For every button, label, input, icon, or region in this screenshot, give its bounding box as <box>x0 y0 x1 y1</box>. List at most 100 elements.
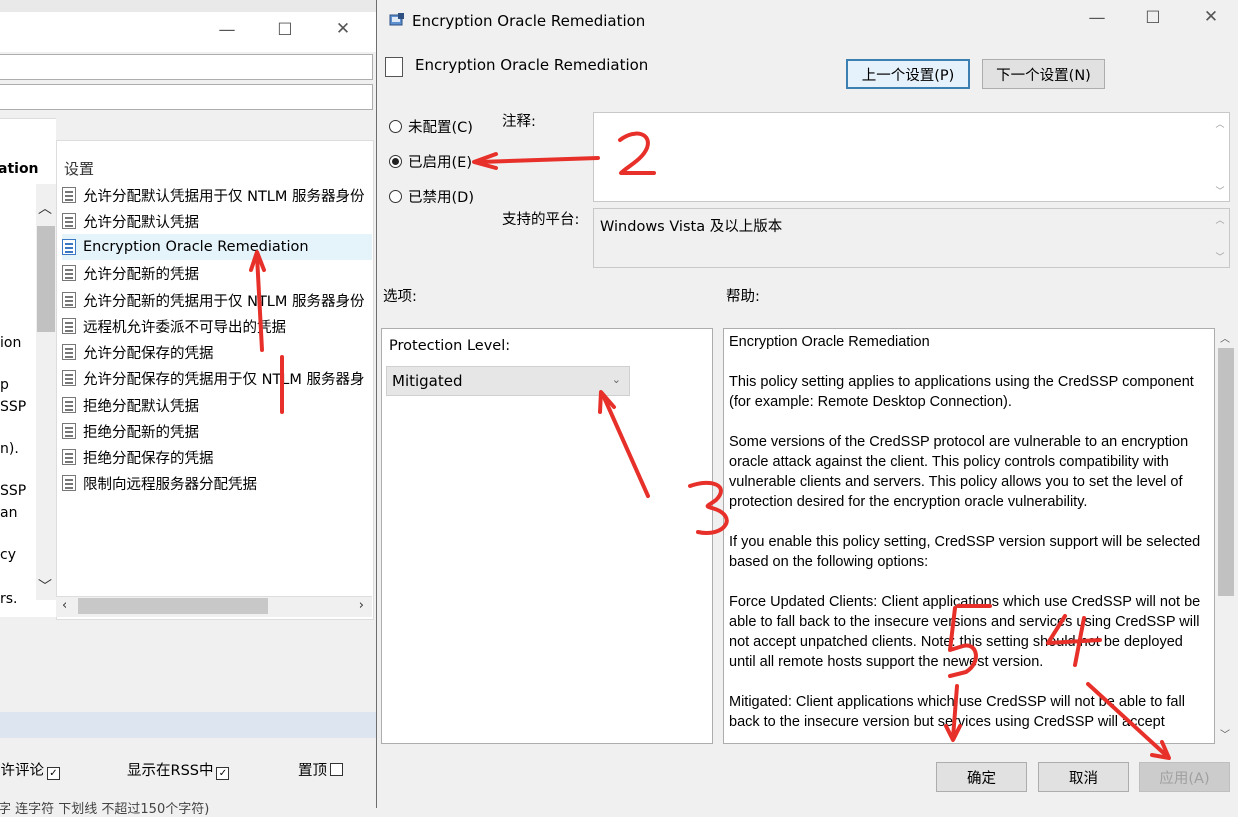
maximize-icon[interactable]: ☐ <box>270 20 300 40</box>
chevron-down-icon: ⌄ <box>611 373 621 386</box>
policy-editor-icon <box>389 13 404 26</box>
scroll-up-icon[interactable]: ︿ <box>38 198 52 218</box>
list-item[interactable]: 允许分配新的凭据 <box>62 260 372 286</box>
show-rss-label: 显示在RSS中 <box>127 763 214 779</box>
scroll-up-icon[interactable]: ︿ <box>1220 330 1230 345</box>
background-search-field[interactable] <box>0 84 373 110</box>
platform-scrollbar[interactable]: ︿ ﹀ <box>1211 209 1229 267</box>
list-item-label: 允许分配新的凭据 <box>83 266 199 283</box>
scroll-down-icon[interactable]: ﹀ <box>38 576 52 596</box>
policy-icon <box>62 423 76 439</box>
radio-enabled[interactable]: 已启用(E) <box>389 151 472 172</box>
policy-icon <box>62 239 76 255</box>
list-item-label: 限制向远程服务器分配凭据 <box>83 476 257 493</box>
list-item[interactable]: 允许分配新的凭据用于仅 NTLM 服务器身份 <box>62 287 372 313</box>
list-scroll-thumb[interactable] <box>78 598 268 614</box>
comment-text <box>594 113 1229 121</box>
supported-platform-label: 支持的平台: <box>502 212 580 228</box>
radio-disabled[interactable]: 已禁用(D) <box>389 186 474 207</box>
list-item[interactable]: 远程机允许委派不可导出的凭据 <box>62 313 372 339</box>
list-item-label: Encryption Oracle Remediation <box>83 239 309 255</box>
show-rss-checkbox[interactable]: ✓ <box>216 767 230 780</box>
help-paragraph: This policy setting applies to applicati… <box>729 374 1194 410</box>
policy-setting-icon <box>385 57 403 77</box>
close-icon[interactable]: ✕ <box>328 19 358 39</box>
comment-textbox[interactable]: ︿ ﹀ <box>593 112 1230 202</box>
policy-name: Encryption Oracle Remediation <box>415 56 649 74</box>
list-item-label: 拒绝分配默认凭据 <box>83 398 199 415</box>
help-text: Encryption Oracle Remediation This polic… <box>729 332 1211 743</box>
list-item-label: 远程机允许委派不可导出的凭据 <box>83 319 286 336</box>
options-label: 选项: <box>383 289 417 305</box>
scroll-right-icon[interactable]: › <box>359 598 364 613</box>
list-item[interactable]: 拒绝分配保存的凭据 <box>62 444 372 470</box>
help-label: 帮助: <box>726 289 760 305</box>
allow-comments-option[interactable]: 允许评论✓ <box>0 759 60 780</box>
scroll-down-icon[interactable]: ﹀ <box>1220 726 1230 741</box>
policy-icon <box>62 397 76 413</box>
list-item[interactable]: 允许分配保存的凭据用于仅 NTLM 服务器身 <box>62 365 372 391</box>
policy-icon <box>62 318 76 334</box>
cancel-button[interactable]: 取消 <box>1038 762 1129 792</box>
list-item-label: 允许分配默认凭据用于仅 NTLM 服务器身份 <box>83 188 365 205</box>
protection-level-dropdown[interactable]: Mitigated ⌄ <box>386 366 630 396</box>
policy-icon <box>62 370 76 386</box>
list-item-label: 允许分配默认凭据 <box>83 214 199 231</box>
background-window-titlebar: — ☐ ✕ <box>0 12 378 52</box>
comment-label: 注释: <box>502 114 536 130</box>
list-item[interactable]: 拒绝分配默认凭据 <box>62 392 372 418</box>
list-column-header[interactable]: 设置 <box>64 158 94 179</box>
allow-comments-label: 允许评论 <box>0 763 44 779</box>
radio-not-configured[interactable]: 未配置(C) <box>389 116 473 137</box>
pin-top-checkbox[interactable] <box>330 763 343 776</box>
next-setting-button[interactable]: 下一个设置(N) <box>982 59 1105 89</box>
dialog-maximize-icon[interactable]: ☐ <box>1138 8 1168 28</box>
list-item-label: 允许分配保存的凭据用于仅 NTLM 服务器身 <box>83 371 365 388</box>
tree-fragment: p <box>0 377 9 393</box>
list-item[interactable]: 限制向远程服务器分配凭据 <box>62 470 372 496</box>
policy-icon <box>62 187 76 203</box>
supported-platform-box: Windows Vista 及以上版本 ︿ ﹀ <box>593 208 1230 268</box>
policy-icon <box>62 475 76 491</box>
list-item[interactable]: 拒绝分配新的凭据 <box>62 418 372 444</box>
radio-label: 已禁用(D) <box>408 190 474 206</box>
help-paragraph: Some versions of the CredSSP protocol ar… <box>729 434 1189 510</box>
protection-level-label: Protection Level: <box>389 338 511 354</box>
tree-fragment: n). <box>0 441 19 457</box>
allow-comments-checkbox[interactable]: ✓ <box>47 767 60 780</box>
scroll-left-icon[interactable]: ‹ <box>62 598 67 613</box>
comment-scrollbar[interactable]: ︿ ﹀ <box>1211 113 1229 201</box>
list-item[interactable]: 允许分配默认凭据 <box>62 208 372 234</box>
minimize-icon[interactable]: — <box>212 20 242 40</box>
previous-setting-button[interactable]: 上一个设置(P) <box>846 59 970 89</box>
tree-scroll-thumb[interactable] <box>37 226 55 332</box>
help-paragraph: Mitigated: Client applications which use… <box>729 694 1185 730</box>
show-rss-option[interactable]: 显示在RSS中 ✓ <box>127 759 230 780</box>
list-item-selected[interactable]: Encryption Oracle Remediation <box>62 234 372 260</box>
supported-platform-value: Windows Vista 及以上版本 <box>600 219 783 235</box>
radio-label: 已启用(E) <box>408 155 472 171</box>
dialog-close-icon[interactable]: ✕ <box>1196 7 1226 27</box>
tree-fragment: ion <box>0 335 22 351</box>
tree-fragment: SSP <box>0 483 27 499</box>
radio-circle-icon <box>389 190 402 203</box>
policy-icon <box>62 449 76 465</box>
policy-icon <box>62 213 76 229</box>
ok-button[interactable]: 确定 <box>936 762 1027 792</box>
list-item[interactable]: 允许分配默认凭据用于仅 NTLM 服务器身份 <box>62 182 372 208</box>
dialog-minimize-icon[interactable]: — <box>1082 8 1112 28</box>
tree-fragment: rs. <box>0 591 18 607</box>
pin-top-option[interactable]: 置顶 <box>298 759 343 780</box>
policy-icon <box>62 292 76 308</box>
help-scroll-thumb[interactable] <box>1218 348 1234 596</box>
list-item-label: 允许分配新的凭据用于仅 NTLM 服务器身份 <box>83 293 365 310</box>
protection-level-value: Mitigated <box>392 372 463 390</box>
pin-top-label: 置顶 <box>298 763 327 779</box>
tree-fragment: an <box>0 505 18 521</box>
help-paragraph: Encryption Oracle Remediation <box>729 334 930 350</box>
list-item[interactable]: 允许分配保存的凭据 <box>62 339 372 365</box>
apply-button[interactable]: 应用(A) <box>1139 762 1230 792</box>
dialog-title: Encryption Oracle Remediation <box>412 12 646 30</box>
background-address-field[interactable] <box>0 54 373 80</box>
policy-icon <box>62 265 76 281</box>
